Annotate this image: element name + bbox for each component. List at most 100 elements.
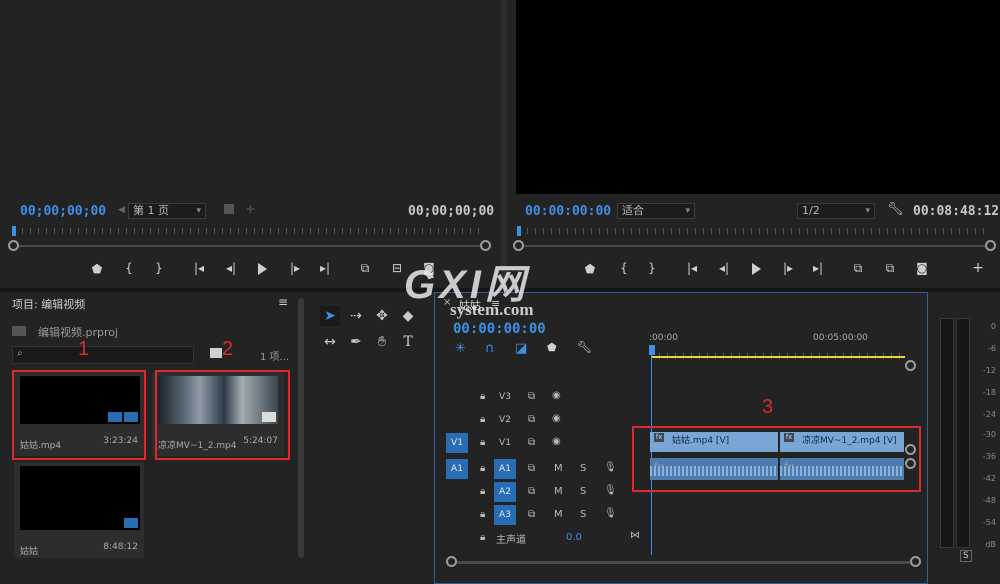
lock-icon[interactable]: 🔒︎ xyxy=(480,437,485,448)
project-scrollbar[interactable] xyxy=(298,298,304,558)
track-select-icon[interactable]: ⇢ xyxy=(346,306,366,326)
wrench-icon[interactable]: 🔧︎ xyxy=(577,340,592,354)
project-panel-title[interactable]: 项目: 编辑视频 xyxy=(12,296,85,312)
sync-lock-icon[interactable]: ⧉ xyxy=(528,437,535,448)
mic-icon[interactable]: 🎙︎ xyxy=(604,462,617,473)
track-label[interactable]: V3 xyxy=(494,387,516,407)
lock-icon[interactable]: 🔒︎ xyxy=(480,509,485,520)
track-label[interactable]: A3 xyxy=(494,505,516,525)
solo-button[interactable]: S xyxy=(960,550,972,562)
go-to-out-icon[interactable]: ▸| xyxy=(316,261,334,275)
find-icon[interactable] xyxy=(210,348,222,358)
timeline-horizontal-scrollbar[interactable] xyxy=(452,561,914,564)
mute-button[interactable]: M xyxy=(554,463,563,474)
track-label[interactable]: V1 xyxy=(494,433,516,453)
go-to-in-icon[interactable]: |◂ xyxy=(683,261,701,275)
lock-icon[interactable]: 🔒︎ xyxy=(480,486,485,497)
go-to-end-icon[interactable]: ⋈ xyxy=(630,530,640,541)
master-volume-value[interactable]: 0.0 xyxy=(566,532,582,543)
program-scroll-right-handle[interactable] xyxy=(985,240,996,251)
search-input[interactable]: ⌕ xyxy=(12,346,194,364)
linked-selection-icon[interactable]: ◪ xyxy=(515,341,527,356)
insert-icon[interactable]: ✛ xyxy=(246,203,255,216)
program-scroll-left-handle[interactable] xyxy=(513,240,524,251)
lift-icon[interactable]: ⧉ xyxy=(849,261,867,276)
solo-button[interactable]: S xyxy=(580,463,586,474)
program-time-ruler[interactable] xyxy=(519,228,989,242)
program-playhead[interactable] xyxy=(517,226,521,236)
hscroll-right-handle[interactable] xyxy=(910,556,921,567)
mark-in-icon[interactable]: { xyxy=(615,261,633,275)
play-icon[interactable] xyxy=(258,263,267,275)
source-patch-v1[interactable]: V1 xyxy=(446,433,468,453)
mic-icon[interactable]: 🎙︎ xyxy=(604,508,617,519)
eye-icon[interactable]: ◉ xyxy=(552,413,561,424)
step-back-icon[interactable]: ◂| xyxy=(222,261,240,275)
type-tool-icon[interactable]: T xyxy=(398,332,418,352)
eye-icon[interactable]: ◉ xyxy=(552,390,561,401)
slip-tool-icon[interactable]: ↔ xyxy=(320,332,340,352)
mute-button[interactable]: M xyxy=(554,509,563,520)
source-scroll-left-handle[interactable] xyxy=(8,240,19,251)
wrench-icon[interactable]: 🔧︎ xyxy=(887,202,904,217)
mark-out-icon[interactable]: } xyxy=(150,261,168,275)
fit-select[interactable]: 适合 ▾ xyxy=(617,203,695,219)
source-timecode-current[interactable]: 00;00;00;00 xyxy=(20,204,106,219)
add-marker-icon[interactable]: ⬟ xyxy=(581,262,599,276)
program-scrollbar[interactable] xyxy=(521,245,985,247)
go-to-in-icon[interactable]: |◂ xyxy=(190,261,208,275)
export-frame-icon[interactable] xyxy=(224,204,234,214)
panel-menu-icon[interactable]: ≡ xyxy=(278,295,288,309)
timeline-playhead[interactable] xyxy=(649,345,655,355)
mute-button[interactable]: M xyxy=(554,486,563,497)
snap-icon[interactable]: ∩ xyxy=(485,341,495,356)
step-back-icon[interactable]: ◂| xyxy=(715,261,733,275)
nest-icon[interactable]: ✳ xyxy=(455,341,466,356)
add-marker-icon[interactable]: ⬟ xyxy=(88,262,106,276)
lock-icon[interactable]: 🔒︎ xyxy=(480,414,485,425)
insert-clip-icon[interactable]: ⧉ xyxy=(356,261,374,276)
source-scrollbar[interactable] xyxy=(16,245,480,247)
mic-icon[interactable]: 🎙︎ xyxy=(604,485,617,496)
extract-icon[interactable]: ⧉ xyxy=(881,261,899,276)
mark-out-icon[interactable]: } xyxy=(643,261,661,275)
sync-lock-icon[interactable]: ⧉ xyxy=(528,391,535,402)
project-item[interactable]: 姑姑 8:48:12 xyxy=(14,462,144,558)
lock-icon[interactable]: 🔒︎ xyxy=(480,391,485,402)
sync-lock-icon[interactable]: ⧉ xyxy=(528,414,535,425)
mark-in-icon[interactable]: { xyxy=(120,261,138,275)
add-marker-icon[interactable]: ⬟ xyxy=(547,341,557,354)
source-scroll-right-handle[interactable] xyxy=(480,240,491,251)
solo-button[interactable]: S xyxy=(580,509,586,520)
source-time-ruler[interactable] xyxy=(14,228,486,242)
go-to-out-icon[interactable]: ▸| xyxy=(809,261,827,275)
timeline-timecode[interactable]: 00:00:00:00 xyxy=(453,321,546,337)
sync-lock-icon[interactable]: ⧉ xyxy=(528,509,535,520)
track-label[interactable]: A1 xyxy=(494,459,516,479)
selection-tool-icon[interactable]: ➤ xyxy=(320,306,340,326)
ripple-edit-icon[interactable]: ✥ xyxy=(372,306,392,326)
program-timecode-current[interactable]: 00:00:00:00 xyxy=(525,204,611,219)
hand-tool-icon[interactable]: ✋︎ xyxy=(372,332,392,352)
step-forward-icon[interactable]: |▸ xyxy=(286,261,304,275)
camera-icon[interactable]: ◙ xyxy=(913,261,931,275)
source-playhead[interactable] xyxy=(12,226,16,236)
play-icon[interactable] xyxy=(752,263,761,275)
sync-lock-icon[interactable]: ⧉ xyxy=(528,463,535,474)
sync-lock-icon[interactable]: ⧉ xyxy=(528,486,535,497)
pen-tool-icon[interactable]: ✒ xyxy=(346,332,366,352)
source-patch-a1[interactable]: A1 xyxy=(446,459,468,479)
step-forward-icon[interactable]: |▸ xyxy=(779,261,797,275)
add-button-icon[interactable]: + xyxy=(969,260,987,276)
lock-icon[interactable]: 🔒︎ xyxy=(480,463,485,474)
page-select[interactable]: 第 1 页 ▾ xyxy=(128,203,206,219)
track-label[interactable]: V2 xyxy=(494,410,516,430)
resolution-select[interactable]: 1/2 ▾ xyxy=(797,203,875,219)
track-label[interactable]: A2 xyxy=(494,482,516,502)
eye-icon[interactable]: ◉ xyxy=(552,436,561,447)
vertical-scroll-handle[interactable] xyxy=(905,360,916,371)
work-area-bar[interactable] xyxy=(651,356,905,358)
hscroll-left-handle[interactable] xyxy=(446,556,457,567)
lock-icon[interactable]: 🔒︎ xyxy=(480,532,485,543)
solo-button[interactable]: S xyxy=(580,486,586,497)
